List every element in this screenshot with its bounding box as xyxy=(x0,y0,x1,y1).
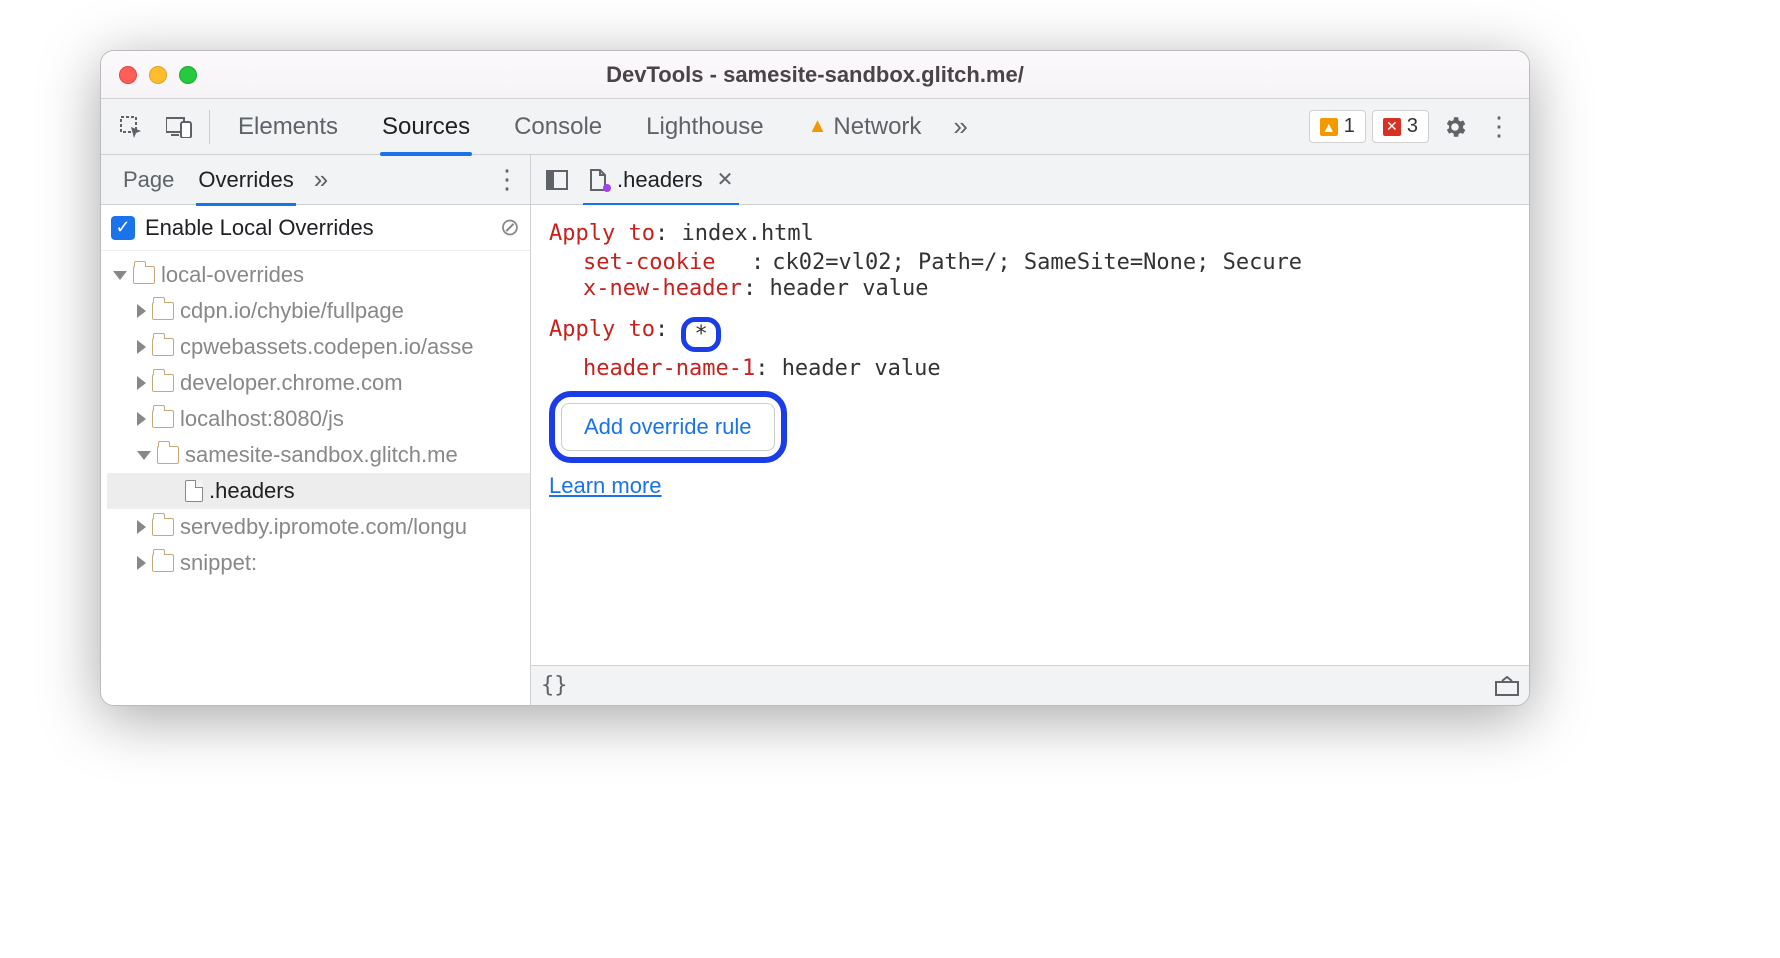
file-icon xyxy=(589,169,607,191)
folder-icon xyxy=(152,374,174,392)
tree-item[interactable]: developer.chrome.com xyxy=(107,365,530,401)
chevron-right-icon xyxy=(137,376,146,390)
apply-to-row-2[interactable]: Apply to: * xyxy=(549,317,1511,352)
kebab-menu-icon[interactable]: ⋮ xyxy=(1477,105,1521,149)
tree-file-headers[interactable]: .headers xyxy=(107,473,530,509)
chevron-right-icon xyxy=(137,556,146,570)
header-row[interactable]: header-name-1 : header value xyxy=(583,356,1511,381)
content-body: ✓ Enable Local Overrides ⊘ local-overrid… xyxy=(101,205,1529,705)
modified-dot-icon xyxy=(603,184,611,192)
folder-icon xyxy=(152,518,174,536)
file-tab-label: .headers xyxy=(617,167,703,193)
minimize-window-button[interactable] xyxy=(149,66,167,84)
tree-root[interactable]: local-overrides xyxy=(107,257,530,293)
tab-lighthouse[interactable]: Lighthouse xyxy=(626,99,783,155)
clear-overrides-icon[interactable]: ⊘ xyxy=(500,213,520,242)
status-braces[interactable]: {} xyxy=(541,673,568,698)
chevron-right-icon xyxy=(137,412,146,426)
learn-more-link[interactable]: Learn more xyxy=(549,473,662,499)
folder-icon xyxy=(133,266,155,284)
tree-item[interactable]: cpwebassets.codepen.io/asse xyxy=(107,329,530,365)
window-title: DevTools - samesite-sandbox.glitch.me/ xyxy=(101,62,1529,88)
file-tab-headers[interactable]: .headers ✕ xyxy=(575,155,747,205)
close-window-button[interactable] xyxy=(119,66,137,84)
tree-item[interactable]: servedby.ipromote.com/longu xyxy=(107,509,530,545)
tree-item[interactable]: cdpn.io/chybie/fullpage xyxy=(107,293,530,329)
header-row[interactable]: x-new-header : header value xyxy=(583,276,1511,301)
window-traffic-lights xyxy=(119,66,197,84)
inspect-element-icon[interactable] xyxy=(109,105,153,149)
sources-sidebar-tabs: Page Overrides » ⋮ xyxy=(101,155,531,204)
subtab-overrides[interactable]: Overrides xyxy=(186,155,305,205)
editor-tabstrip: .headers ✕ xyxy=(531,155,1529,204)
file-icon xyxy=(185,480,203,502)
more-subtabs-chevron-icon[interactable]: » xyxy=(306,164,336,195)
folder-icon xyxy=(152,554,174,572)
tree-item-expanded[interactable]: samesite-sandbox.glitch.me xyxy=(107,437,530,473)
chevron-down-icon xyxy=(137,451,151,460)
drawer-toggle-icon[interactable] xyxy=(1495,676,1519,696)
toggle-navigator-icon[interactable] xyxy=(539,158,575,202)
apply-to-row-1[interactable]: Apply to: index.html xyxy=(549,221,1511,246)
warnings-badge[interactable]: ▲ 1 xyxy=(1309,110,1366,143)
enable-overrides-label: Enable Local Overrides xyxy=(145,215,374,241)
tree-item[interactable]: snippet: xyxy=(107,545,530,581)
tab-console[interactable]: Console xyxy=(494,99,622,155)
device-toolbar-icon[interactable] xyxy=(157,105,201,149)
overrides-sidebar: ✓ Enable Local Overrides ⊘ local-overrid… xyxy=(101,205,531,705)
zoom-window-button[interactable] xyxy=(179,66,197,84)
warning-badge-icon: ▲ xyxy=(1320,118,1338,136)
headers-editor: Apply to: index.html set-cookie : ck02=v… xyxy=(531,205,1529,705)
titlebar: DevTools - samesite-sandbox.glitch.me/ xyxy=(101,51,1529,99)
subtab-page[interactable]: Page xyxy=(111,155,186,205)
add-rule-highlight: Add override rule xyxy=(549,391,787,463)
folder-icon xyxy=(152,302,174,320)
settings-gear-icon[interactable] xyxy=(1433,105,1477,149)
tab-sources[interactable]: Sources xyxy=(362,99,490,155)
enable-overrides-checkbox[interactable]: ✓ xyxy=(111,216,135,240)
overrides-tree: local-overrides cdpn.io/chybie/fullpage … xyxy=(101,251,530,581)
main-tabbar: Elements Sources Console Lighthouse ▲ Ne… xyxy=(101,99,1529,155)
devtools-window: DevTools - samesite-sandbox.glitch.me/ E… xyxy=(100,50,1530,706)
chevron-right-icon xyxy=(137,340,146,354)
wildcard-highlight: * xyxy=(681,317,720,352)
chevron-right-icon xyxy=(137,520,146,534)
more-tabs-chevron-icon[interactable]: » xyxy=(945,111,975,142)
tab-network[interactable]: ▲ Network xyxy=(788,99,942,155)
tree-item[interactable]: localhost:8080/js xyxy=(107,401,530,437)
editor-statusbar: {} xyxy=(531,665,1529,705)
chevron-right-icon xyxy=(137,304,146,318)
sidebar-kebab-icon[interactable]: ⋮ xyxy=(494,164,520,195)
close-tab-icon[interactable]: ✕ xyxy=(717,167,734,192)
enable-overrides-row[interactable]: ✓ Enable Local Overrides ⊘ xyxy=(101,205,530,251)
folder-icon xyxy=(152,338,174,356)
secondary-bar: Page Overrides » ⋮ .headers ✕ xyxy=(101,155,1529,205)
folder-icon xyxy=(157,446,179,464)
errors-badge[interactable]: ✕ 3 xyxy=(1372,110,1429,143)
error-badge-icon: ✕ xyxy=(1383,118,1401,136)
folder-icon xyxy=(152,410,174,428)
add-override-rule-button[interactable]: Add override rule xyxy=(561,403,775,451)
warning-icon: ▲ xyxy=(808,115,828,138)
tab-elements[interactable]: Elements xyxy=(218,99,358,155)
header-row[interactable]: set-cookie : ck02=vl02; Path=/; SameSite… xyxy=(583,250,1511,276)
chevron-down-icon xyxy=(113,271,127,280)
